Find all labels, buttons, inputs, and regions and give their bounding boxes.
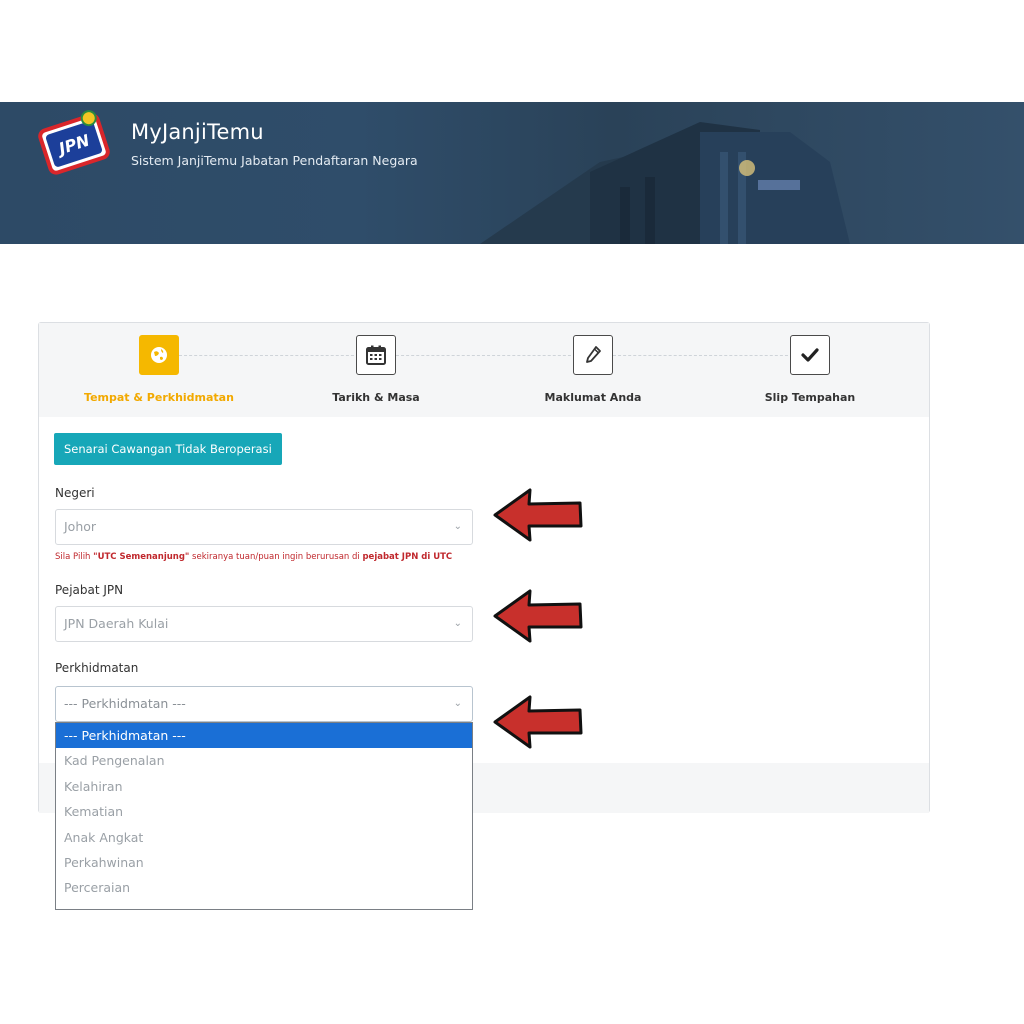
pejabat-label: Pejabat JPN xyxy=(55,583,124,597)
dropdown-option[interactable]: Anak Angkat xyxy=(56,825,472,850)
negeri-value: Johor xyxy=(64,519,97,534)
dropdown-option[interactable]: Kematian xyxy=(56,799,472,824)
arrow-left-icon xyxy=(493,589,583,643)
chevron-down-icon: ⌄ xyxy=(453,618,462,629)
perkhidmatan-dropdown-list[interactable]: --- Perkhidmatan --- Kad Pengenalan Kela… xyxy=(55,722,473,910)
step-label: Tempat & Perkhidmatan xyxy=(84,391,234,404)
step-tempat-perkhidmatan[interactable]: Tempat & Perkhidmatan xyxy=(59,335,259,404)
utc-hint: Sila Pilih "UTC Semenanjung" sekiranya t… xyxy=(55,552,453,562)
step-slip-tempahan[interactable]: Slip Tempahan xyxy=(710,335,910,404)
step-label: Tarikh & Masa xyxy=(332,391,420,404)
building-background-image xyxy=(480,122,850,244)
dropdown-option[interactable]: Perkahwinan xyxy=(56,850,472,875)
step-maklumat-anda[interactable]: Maklumat Anda xyxy=(493,335,693,404)
pejabat-select[interactable]: JPN Daerah Kulai ⌄ xyxy=(55,606,473,642)
step-tarikh-masa[interactable]: Tarikh & Masa xyxy=(276,335,476,404)
perkhidmatan-select[interactable]: --- Perkhidmatan --- ⌄ xyxy=(55,686,473,722)
steps-bar: Tempat & Perkhidmatan Tarikh & Masa Makl… xyxy=(39,323,929,417)
pencil-icon xyxy=(573,335,613,375)
app-title: MyJanjiTemu xyxy=(131,120,264,144)
dropdown-option[interactable]: --- Perkhidmatan --- xyxy=(56,723,472,749)
negeri-label: Negeri xyxy=(55,486,95,500)
check-icon xyxy=(790,335,830,375)
arrow-left-icon xyxy=(493,488,583,542)
jpn-logo: JPN xyxy=(38,110,110,175)
app-subtitle: Sistem JanjiTemu Jabatan Pendaftaran Neg… xyxy=(131,153,418,168)
calendar-icon xyxy=(356,335,396,375)
pejabat-value: JPN Daerah Kulai xyxy=(64,616,169,631)
negeri-select[interactable]: Johor ⌄ xyxy=(55,509,473,545)
step-label: Maklumat Anda xyxy=(544,391,642,404)
chevron-down-icon: ⌄ xyxy=(453,521,462,532)
globe-icon xyxy=(139,335,179,375)
dropdown-option[interactable]: Kad Pengenalan xyxy=(56,748,472,773)
perkhidmatan-label: Perkhidmatan xyxy=(55,661,139,675)
perkhidmatan-value: --- Perkhidmatan --- xyxy=(64,696,186,711)
step-label: Slip Tempahan xyxy=(764,391,856,404)
dropdown-option[interactable]: Kelahiran xyxy=(56,774,472,799)
closed-branches-button[interactable]: Senarai Cawangan Tidak Beroperasi xyxy=(54,433,282,465)
chevron-down-icon: ⌄ xyxy=(453,698,462,709)
dropdown-option[interactable]: Perceraian xyxy=(56,875,472,900)
arrow-left-icon xyxy=(493,695,583,749)
